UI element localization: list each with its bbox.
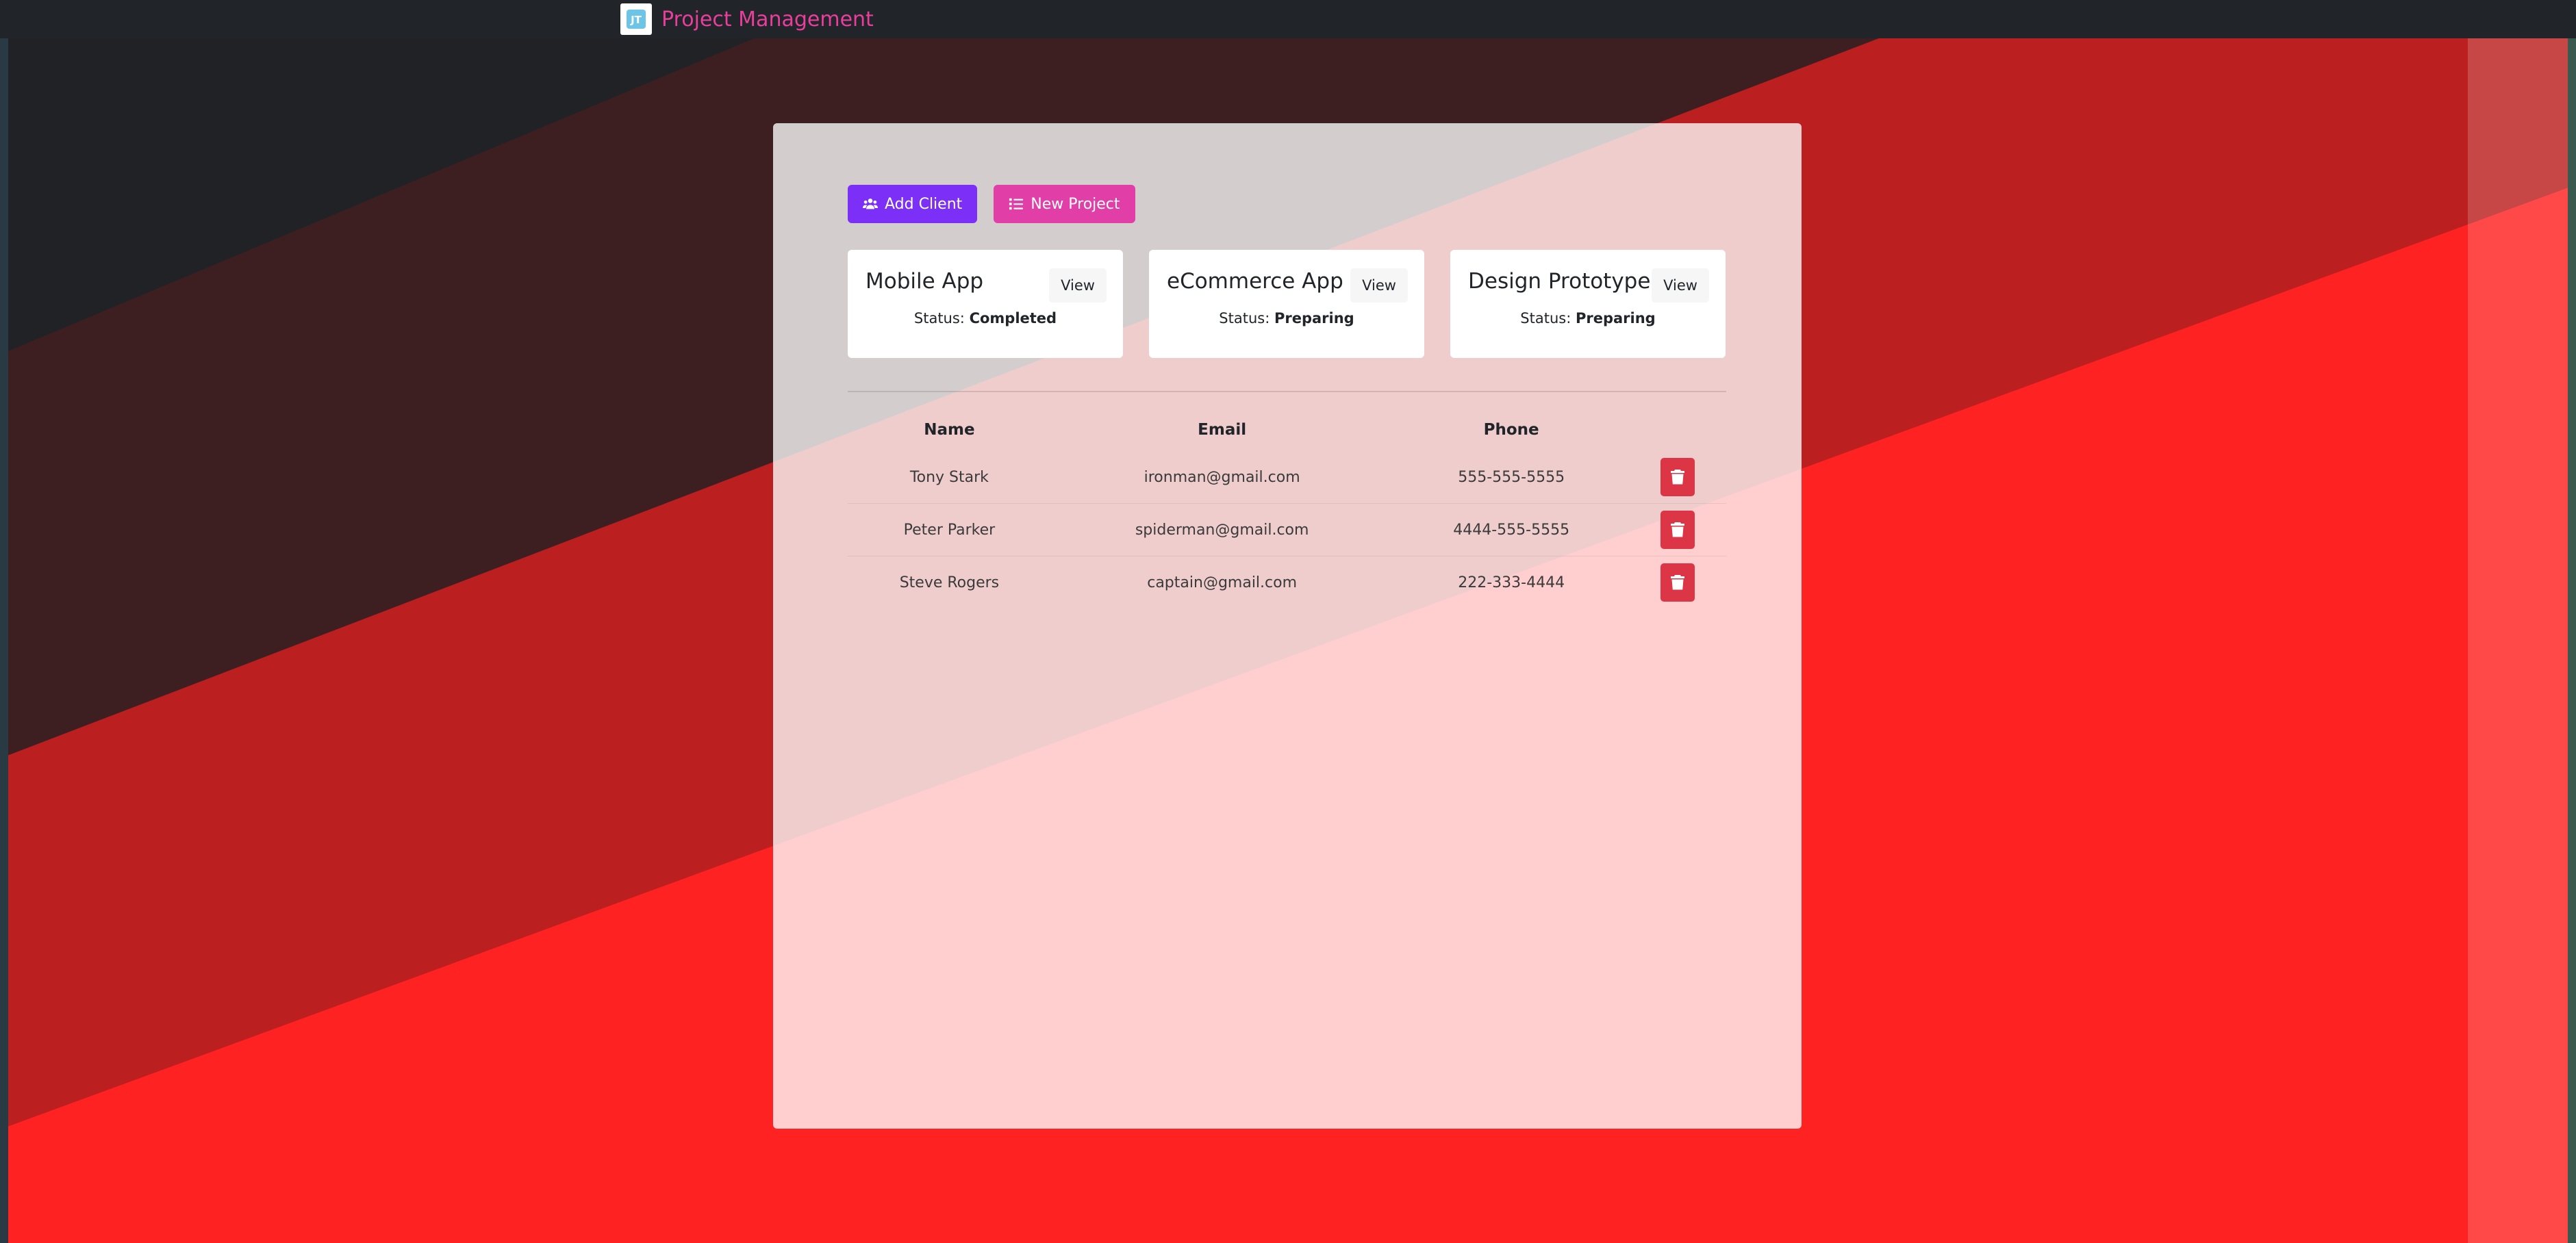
users-icon [863, 198, 878, 209]
column-header-phone: Phone [1483, 421, 1539, 439]
add-client-label: Add Client [885, 195, 963, 213]
client-name: Peter Parker [848, 503, 1051, 556]
project-card: Mobile App View Status: Completed [848, 250, 1123, 358]
client-phone: 555-555-5555 [1458, 468, 1565, 486]
main-panel: Add Client New Project Mobile App View S… [773, 123, 1802, 1129]
client-email: spiderman@gmail.com [1050, 503, 1393, 556]
add-client-button[interactable]: Add Client [848, 185, 978, 223]
delete-client-button[interactable] [1660, 458, 1695, 496]
status-value: Completed [969, 310, 1057, 326]
project-cards: Mobile App View Status: Completed eComme… [848, 250, 1726, 358]
client-actions [1629, 556, 1726, 608]
column-header-email: Email [1198, 421, 1247, 439]
trash-icon [1671, 522, 1685, 537]
client-phone: 222-333-4444 [1393, 556, 1630, 608]
delete-client-button[interactable] [1660, 511, 1695, 549]
client-phone: 4444-555-5555 [1393, 503, 1630, 556]
right-side-strip [2468, 38, 2576, 1243]
trash-icon [1671, 470, 1685, 485]
project-status: Status: Completed [848, 310, 1123, 326]
table-header-row: Name Email Phone [848, 409, 1726, 451]
brand-name: Project Management [661, 7, 874, 31]
project-card: Design Prototype 1 View Status: Preparin… [1450, 250, 1726, 358]
status-label: Status: [913, 310, 965, 326]
delete-client-button[interactable] [1660, 563, 1695, 602]
brand-link[interactable]: JT Project Management [620, 3, 874, 35]
trash-icon [1671, 575, 1685, 590]
new-project-label: New Project [1031, 195, 1120, 213]
client-actions [1630, 451, 1726, 504]
view-project-button[interactable]: View [1350, 268, 1408, 303]
project-status: Status: Preparing [1149, 310, 1424, 326]
client-email: ironman@gmail.com [1144, 468, 1300, 486]
column-header-name: Name [924, 421, 975, 439]
table-row: Tony Stark ironman@gmail.com 555-555-555… [848, 451, 1726, 504]
status-label: Status: [1219, 310, 1270, 326]
project-name: eCommerce App [1167, 269, 1343, 294]
column-header-actions [1630, 409, 1726, 451]
table-row: Steve Rogers captain@gmail.com 222-333-4… [848, 556, 1726, 608]
view-project-button[interactable]: View [1049, 268, 1107, 303]
status-value: Preparing [1575, 310, 1656, 326]
clients-table: Name Email Phone Tony Stark ironman@gmai… [848, 409, 1726, 608]
project-name: Mobile App [866, 269, 984, 294]
status-label: Status: [1520, 310, 1571, 326]
client-email: captain@gmail.com [1050, 556, 1393, 608]
svg-text:JT: JT [630, 14, 642, 26]
app-logo-icon: JT [620, 3, 652, 35]
status-value: Preparing [1274, 310, 1354, 326]
section-divider [848, 391, 1726, 392]
view-project-button[interactable]: View [1652, 268, 1709, 303]
table-row: Peter Parker spiderman@gmail.com 4444-55… [848, 503, 1726, 556]
window-left-edge [0, 0, 8, 1243]
project-status: Status: Preparing [1450, 310, 1726, 326]
top-navbar: JT Project Management [0, 0, 2576, 38]
new-project-button[interactable]: New Project [994, 185, 1135, 223]
action-buttons: Add Client New Project [848, 185, 1135, 223]
client-name: Tony Stark [909, 468, 989, 486]
client-actions [1629, 503, 1726, 556]
project-card: eCommerce App View Status: Preparing [1149, 250, 1424, 358]
list-icon [1009, 198, 1024, 210]
client-name: Steve Rogers [848, 556, 1051, 608]
window-right-edge [2568, 38, 2576, 1243]
project-name: Design Prototype 1 [1468, 269, 1671, 294]
